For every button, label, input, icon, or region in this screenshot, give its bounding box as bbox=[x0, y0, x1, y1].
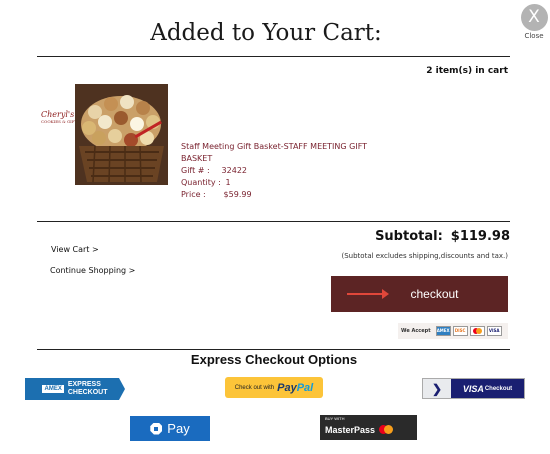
checkout-button[interactable]: checkout bbox=[331, 276, 508, 312]
subtotal-label: Subtotal: bbox=[375, 229, 443, 244]
visa-checkout-text: Checkout bbox=[484, 385, 513, 392]
visa-checkout-label: VISA Checkout bbox=[451, 379, 524, 398]
price-row: Price : $59.99 bbox=[181, 189, 371, 201]
amex-express-line2: CHECKOUT bbox=[67, 389, 108, 396]
paypal-logo-part1: Pay bbox=[277, 381, 297, 394]
price-label: Price : bbox=[181, 190, 206, 199]
chase-pay-button[interactable]: Pay bbox=[130, 416, 210, 441]
continue-shopping-link[interactable]: Continue Shopping > bbox=[50, 266, 135, 275]
discover-card-icon: DISC bbox=[452, 326, 468, 336]
subtotal: Subtotal: $119.98 bbox=[375, 229, 510, 244]
divider bbox=[37, 56, 510, 57]
subtotal-note: (Subtotal excludes shipping,discounts an… bbox=[341, 252, 509, 260]
product-name[interactable]: Staff Meeting Gift Basket-STAFF MEETING … bbox=[181, 141, 371, 165]
view-cart-link[interactable]: View Cart > bbox=[51, 245, 99, 254]
amex-card-icon: AMEX bbox=[435, 326, 451, 336]
express-checkout-title: Express Checkout Options bbox=[190, 352, 358, 367]
brand-logo-text: Cheryl's bbox=[41, 110, 75, 119]
gift-number-row: Gift # : 32422 bbox=[181, 165, 371, 177]
arrow-right-icon bbox=[347, 289, 389, 299]
paypal-logo: PayPal bbox=[277, 382, 313, 394]
quantity-row: Quantity : 1 bbox=[181, 177, 371, 189]
divider bbox=[37, 221, 510, 222]
visa-logo: VISA bbox=[462, 383, 484, 394]
gift-basket-image bbox=[75, 84, 168, 185]
visa-card-icon: VISA bbox=[486, 326, 502, 336]
mastercard-card-icon bbox=[469, 326, 485, 336]
page-title: Added to Your Cart: bbox=[150, 20, 382, 46]
divider bbox=[37, 349, 510, 350]
chevron-right-icon: ❯ bbox=[431, 381, 443, 396]
visa-checkout-button[interactable]: ❯ VISA Checkout bbox=[422, 378, 525, 399]
masterpass-button[interactable]: BUY WITH MasterPass bbox=[320, 415, 417, 440]
checkout-label: checkout bbox=[410, 287, 459, 301]
chase-logo-icon bbox=[150, 422, 163, 435]
cart-item-count: 2 item(s) in cart bbox=[426, 66, 508, 76]
gift-number-label: Gift # : bbox=[181, 166, 210, 175]
gift-number-value: 32422 bbox=[221, 166, 247, 175]
paypal-logo-part2: Pal bbox=[296, 381, 314, 394]
quantity-label: Quantity : bbox=[181, 178, 221, 187]
amex-express-label: EXPRESS CHECKOUT bbox=[68, 381, 108, 397]
price-value: $59.99 bbox=[223, 190, 252, 199]
amex-logo: AMEX bbox=[42, 385, 64, 393]
subtotal-value: $119.98 bbox=[450, 229, 510, 244]
chase-pay-label: Pay bbox=[167, 421, 190, 436]
product-image[interactable] bbox=[75, 84, 168, 185]
masterpass-label: MasterPass bbox=[325, 425, 376, 435]
amex-express-line1: EXPRESS bbox=[67, 381, 101, 388]
paypal-checkout-button[interactable]: Check out with PayPal bbox=[225, 377, 323, 398]
masterpass-row: MasterPass bbox=[325, 421, 394, 439]
we-accept-label: We Accept bbox=[401, 328, 431, 334]
product-details: Staff Meeting Gift Basket-STAFF MEETING … bbox=[181, 141, 371, 201]
quantity-value: 1 bbox=[225, 178, 231, 187]
accepted-cards: We Accept AMEX DISC VISA bbox=[398, 323, 508, 339]
paypal-prefix: Check out with bbox=[234, 384, 275, 391]
mastercard-circles-icon bbox=[379, 421, 394, 439]
amex-express-checkout-button[interactable]: AMEX EXPRESS CHECKOUT bbox=[25, 378, 125, 400]
